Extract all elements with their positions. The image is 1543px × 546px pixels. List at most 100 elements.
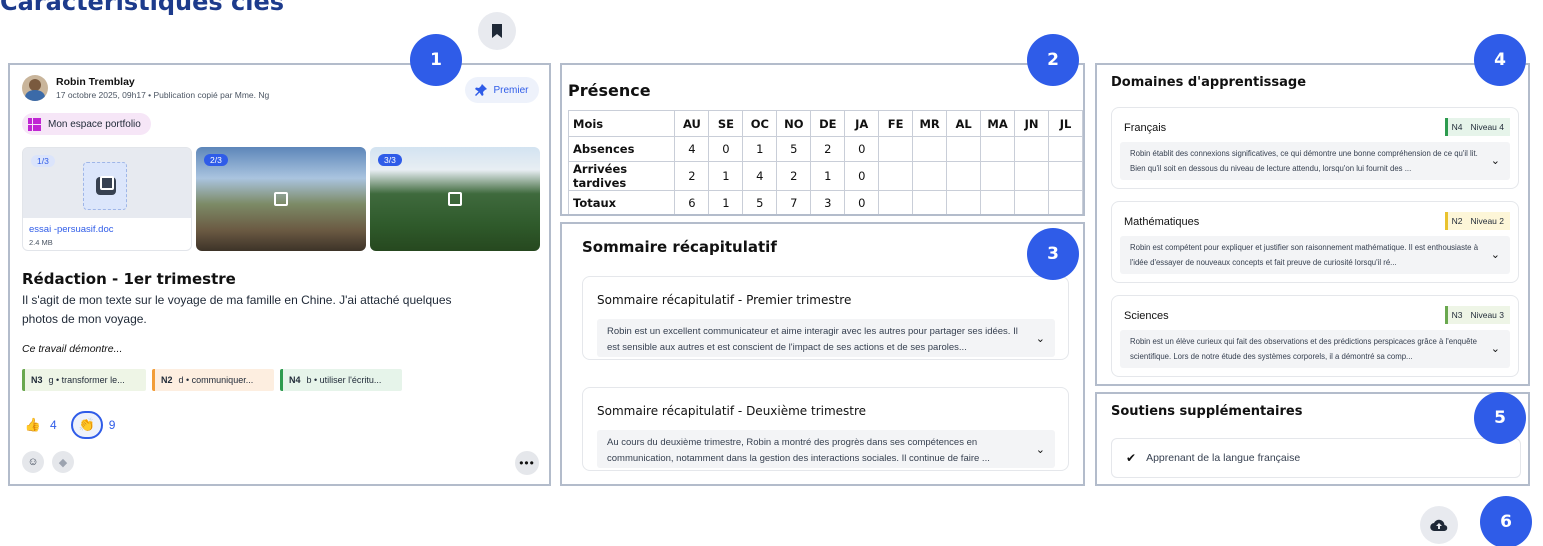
domain-card-sciences[interactable]: Sciences N3 Niveau 3 Robin est un élève c… bbox=[1111, 295, 1519, 377]
summary-card[interactable]: Sommaire récapitulatif - Premier trimest… bbox=[582, 276, 1069, 360]
table-cell bbox=[1048, 136, 1083, 162]
tag-icon: ◆ bbox=[58, 456, 68, 469]
supports-title: Soutiens supplémentaires bbox=[1111, 404, 1303, 419]
chevron-down-icon[interactable]: ⌄ bbox=[1491, 154, 1500, 169]
chevron-down-icon[interactable]: ⌄ bbox=[1491, 248, 1500, 263]
post-body: Il s'agit de mon texte sur le voyage de … bbox=[22, 293, 452, 326]
table-cell bbox=[1048, 161, 1083, 191]
table-cell bbox=[878, 190, 914, 214]
expand-icon[interactable] bbox=[100, 176, 114, 190]
column-header: MR bbox=[912, 110, 948, 137]
pin-premier-button[interactable]: Premier bbox=[465, 77, 539, 103]
table-cell: 0 bbox=[844, 190, 880, 214]
table-cell bbox=[946, 190, 982, 214]
column-header: Mois bbox=[567, 110, 676, 137]
summary-panel: Sommaire récapitulatif Sommaire récapitu… bbox=[560, 222, 1085, 486]
post-meta: 17 octobre 2025, 09h17 • Publication cop… bbox=[56, 90, 270, 100]
tag-level: N3 bbox=[31, 375, 43, 385]
clap-count: 9 bbox=[108, 418, 116, 432]
level-label: Niveau 3 bbox=[1470, 310, 1504, 320]
chevron-down-icon[interactable]: ⌄ bbox=[1036, 442, 1045, 458]
competency-tag[interactable]: N4 b • utiliser l'écritu... bbox=[280, 369, 402, 391]
table-cell bbox=[1014, 161, 1049, 191]
summary-text: Robin est un excellent communicateur et … bbox=[607, 326, 1018, 353]
cloud-upload-button[interactable] bbox=[1420, 506, 1458, 544]
tag-level: N2 bbox=[161, 375, 173, 385]
more-options-button[interactable]: ••• bbox=[515, 451, 539, 475]
level-badge: N2 Niveau 2 bbox=[1444, 212, 1510, 230]
summary-text-box: Robin est un excellent communicateur et … bbox=[597, 319, 1055, 357]
level-code: N4 bbox=[1451, 122, 1463, 132]
expand-icon[interactable] bbox=[448, 192, 462, 206]
callout-badge-6: 6 bbox=[1480, 496, 1532, 546]
tag-button[interactable]: ◆ bbox=[52, 451, 74, 473]
domain-card-francais[interactable]: Français N4 Niveau 4 Robin établit des co… bbox=[1111, 107, 1519, 189]
column-header: OC bbox=[742, 110, 778, 137]
domain-name: Mathématiques bbox=[1124, 216, 1200, 228]
attachment-counter: 3/3 bbox=[378, 154, 402, 166]
callout-badge-5: 5 bbox=[1474, 392, 1526, 444]
table-cell: 1 bbox=[810, 161, 846, 191]
checkmark-icon: ✔ bbox=[1126, 451, 1137, 465]
table-cell bbox=[878, 161, 914, 191]
level-label: Niveau 2 bbox=[1470, 216, 1504, 226]
column-header: SE bbox=[708, 110, 744, 137]
bookmark-button[interactable] bbox=[478, 12, 516, 50]
domain-name: Sciences bbox=[1124, 310, 1169, 322]
competency-tags: N3 g • transformer le... N2 d • communique… bbox=[22, 369, 402, 391]
table-cell: 4 bbox=[674, 136, 710, 162]
post-header: Robin Tremblay 17 octobre 2025, 09h17 • … bbox=[22, 75, 269, 101]
table-cell: 2 bbox=[810, 136, 846, 162]
pin-icon bbox=[475, 84, 488, 96]
attachment-photo-great-wall-1[interactable]: 2/3 bbox=[196, 147, 366, 251]
domain-card-mathematiques[interactable]: Mathématiques N2 Niveau 2 Robin est compé… bbox=[1111, 201, 1519, 283]
portfolio-label: Mon espace portfolio bbox=[48, 118, 141, 130]
post-author[interactable]: Robin Tremblay bbox=[56, 76, 269, 88]
table-cell: 5 bbox=[776, 136, 812, 162]
table-cell: 1 bbox=[708, 161, 744, 191]
page: Caractéristiques clés 1 2 3 4 5 6 Robin … bbox=[0, 0, 1543, 546]
level-code: N3 bbox=[1451, 310, 1463, 320]
competency-tag[interactable]: N2 d • communiquer... bbox=[152, 369, 274, 391]
domain-text: Robin est un élève curieux qui fait des … bbox=[1130, 337, 1477, 361]
attachment-filename[interactable]: essai -persuasif.doc bbox=[29, 224, 113, 235]
table-cell: 0 bbox=[708, 136, 744, 162]
thumbs-up-reaction[interactable]: 👍 bbox=[22, 414, 44, 436]
clap-reaction[interactable]: 👏 bbox=[70, 411, 103, 439]
summary-text-box: Au cours du deuxième trimestre, Robin a … bbox=[597, 430, 1055, 468]
tag-text: g • transformer le... bbox=[48, 375, 125, 385]
table-cell bbox=[980, 161, 1016, 191]
thumbs-up-count: 4 bbox=[50, 418, 57, 432]
add-reaction-button[interactable]: ☺ bbox=[22, 451, 44, 473]
summary-card-title: Sommaire récapitulatif - Deuxième trimes… bbox=[597, 404, 867, 418]
demonstrates-label: Ce travail démontre... bbox=[22, 343, 123, 355]
chevron-down-icon[interactable]: ⌄ bbox=[1491, 342, 1500, 357]
competency-tag[interactable]: N3 g • transformer le... bbox=[22, 369, 146, 391]
summary-card[interactable]: Sommaire récapitulatif - Deuxième trimes… bbox=[582, 387, 1069, 471]
post-title: Rédaction - 1er trimestre bbox=[22, 270, 236, 288]
avatar[interactable] bbox=[22, 75, 48, 101]
table-cell bbox=[878, 136, 914, 162]
summary-text: Au cours du deuxième trimestre, Robin a … bbox=[607, 437, 990, 464]
chevron-down-icon[interactable]: ⌄ bbox=[1036, 331, 1045, 347]
attachment-document[interactable]: 1/3 essai -persuasif.doc 2.4 MB bbox=[22, 147, 192, 251]
portfolio-post-panel: Robin Tremblay 17 octobre 2025, 09h17 • … bbox=[8, 63, 551, 486]
column-header: DE bbox=[810, 110, 846, 137]
additional-supports-panel: Soutiens supplémentaires ✔ Apprenant de … bbox=[1095, 392, 1530, 486]
support-item: ✔ Apprenant de la langue française bbox=[1111, 438, 1521, 478]
tag-text: d • communiquer... bbox=[178, 375, 254, 385]
column-header: AU bbox=[674, 110, 710, 137]
column-header: AL bbox=[946, 110, 982, 137]
portfolio-chip[interactable]: Mon espace portfolio bbox=[22, 113, 151, 135]
page-title: Caractéristiques clés bbox=[0, 0, 285, 16]
table-row: Absences 4 0 1 5 2 0 bbox=[567, 136, 1083, 162]
table-cell bbox=[1014, 136, 1049, 162]
table-cell bbox=[912, 136, 948, 162]
expand-icon[interactable] bbox=[274, 192, 288, 206]
column-header: NO bbox=[776, 110, 812, 137]
callout-badge-2: 2 bbox=[1027, 34, 1079, 86]
table-cell: 1 bbox=[742, 136, 778, 162]
table-cell bbox=[912, 161, 948, 191]
learning-domains-panel: Domaines d'apprentissage Français N4 Nive… bbox=[1095, 63, 1530, 386]
attachment-photo-great-wall-2[interactable]: 3/3 bbox=[370, 147, 540, 251]
